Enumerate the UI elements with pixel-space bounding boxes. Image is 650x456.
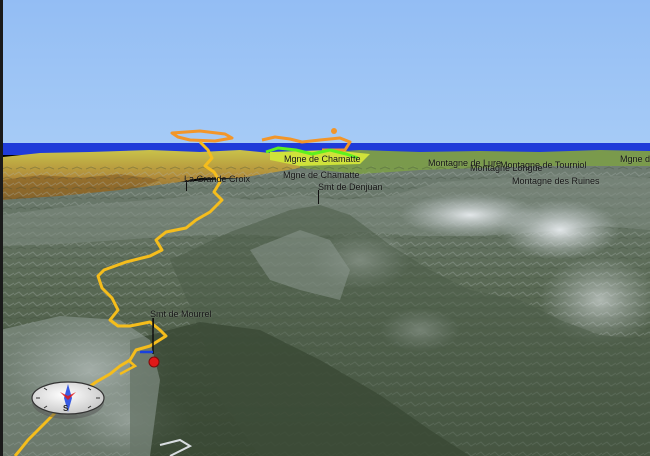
place-label[interactable]: Smt de Denjuan [318,182,383,192]
compass-letter: S [63,404,69,413]
position-marker-red-dot[interactable] [148,356,160,368]
snow-patch [500,200,620,260]
track-far-point [331,128,337,134]
sky [0,0,650,146]
map-3d-viewport[interactable]: Mgne de Chamatte Mgne de Chamatte La Gra… [0,0,650,456]
place-label[interactable]: Montagne de Tourniol [500,160,586,170]
place-label[interactable]: Smt de Mourrel [150,309,212,319]
terrain-scene [0,0,650,456]
place-marker-pin [153,318,154,328]
window-left-edge [0,0,3,456]
place-label[interactable]: Mgne de Chamatte [284,154,361,164]
place-label[interactable]: La Grande Croix [184,174,250,184]
place-label[interactable]: Mgne de Chamatte [283,170,360,180]
place-marker-pin [318,190,319,204]
place-label[interactable]: Mgne de Chamatte [620,154,650,164]
place-label[interactable]: Montagne des Ruines [512,176,600,186]
